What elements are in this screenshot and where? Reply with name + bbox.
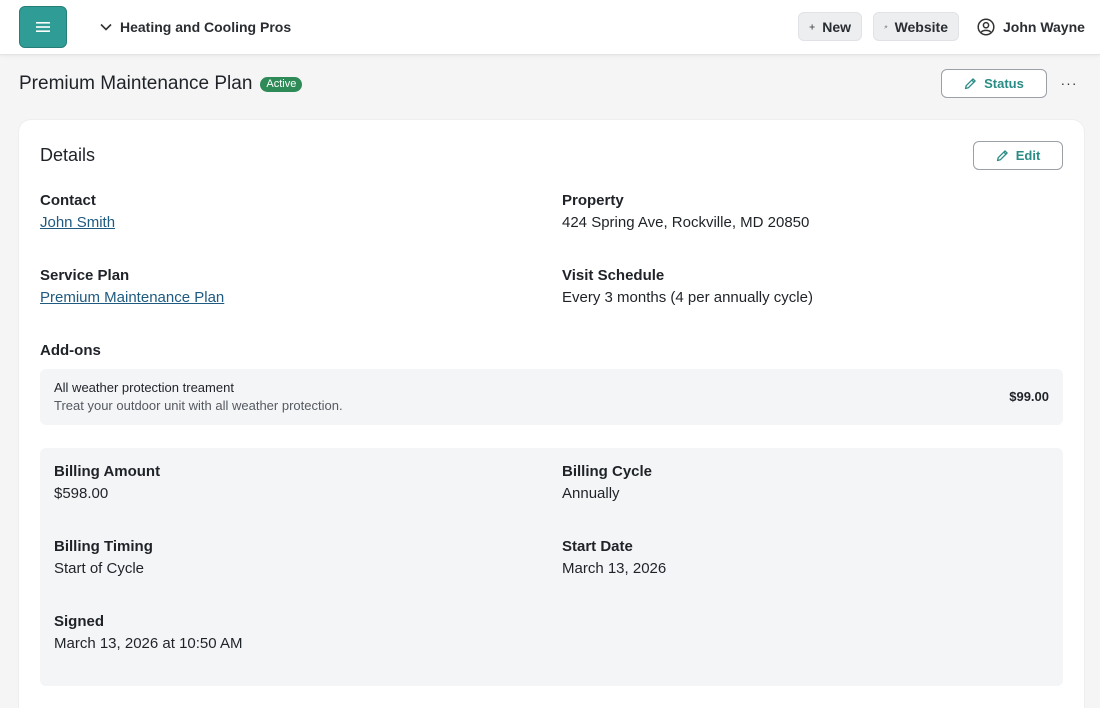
signed-value: March 13, 2026 at 10:50 AM xyxy=(54,635,243,652)
status-badge: Active xyxy=(260,76,303,92)
billing-timing-field: Billing Timing Start of Cycle xyxy=(54,537,153,579)
start-date-value: March 13, 2026 xyxy=(562,560,667,577)
top-bar: Heating and Cooling Pros New Website Joh… xyxy=(0,0,1100,55)
signed-field: Signed March 13, 2026 at 10:50 AM xyxy=(54,612,242,654)
details-card: Details Edit Contact John Smith Property… xyxy=(19,120,1084,708)
billing-timing-value: Start of Cycle xyxy=(54,560,145,577)
contact-field: Contact John Smith xyxy=(40,191,115,233)
visit-schedule-value: Every 3 months (4 per annually cycle) xyxy=(562,289,813,306)
sparkle-icon xyxy=(884,24,888,29)
details-title: Details xyxy=(40,145,96,165)
new-button[interactable]: New xyxy=(798,12,862,41)
hamburger-icon xyxy=(36,22,50,32)
new-button-label: New xyxy=(822,18,851,35)
billing-amount-value: $598.00 xyxy=(54,485,109,502)
service-plan-field: Service Plan Premium Maintenance Plan xyxy=(40,266,224,308)
billing-section: Billing Amount $598.00 Billing Cycle Ann… xyxy=(40,448,1063,686)
company-name: Heating and Cooling Pros xyxy=(120,19,292,35)
edit-button[interactable]: Edit xyxy=(973,141,1063,170)
service-plan-label: Service Plan xyxy=(40,267,130,284)
billing-cycle-field: Billing Cycle Annually xyxy=(562,462,652,504)
billing-cycle-value: Annually xyxy=(562,485,620,502)
addon-price: $99.00 xyxy=(1009,389,1049,404)
plus-icon xyxy=(809,23,815,30)
addon-name: All weather protection treament xyxy=(54,380,234,395)
menu-button[interactable] xyxy=(19,6,67,48)
ellipsis-icon: ··· xyxy=(1060,75,1078,91)
signed-label: Signed xyxy=(54,613,105,630)
website-button[interactable]: Website xyxy=(873,12,959,41)
visit-schedule-label: Visit Schedule xyxy=(562,267,665,284)
pencil-icon xyxy=(996,150,1008,162)
start-date-field: Start Date March 13, 2026 xyxy=(562,537,666,579)
billing-cycle-label: Billing Cycle xyxy=(562,463,653,480)
user-circle-icon xyxy=(977,18,995,36)
company-switcher[interactable]: Heating and Cooling Pros xyxy=(100,16,291,38)
status-button-label: Status xyxy=(984,76,1024,91)
chevron-down-icon xyxy=(100,23,112,31)
user-name: John Wayne xyxy=(1003,19,1085,35)
start-date-label: Start Date xyxy=(562,538,633,555)
page-header: Premium Maintenance Plan Active xyxy=(19,72,303,96)
property-label: Property xyxy=(562,192,624,209)
addon-item: All weather protection treament Treat yo… xyxy=(40,369,1063,425)
page-title: Premium Maintenance Plan xyxy=(19,73,253,94)
addon-description: Treat your outdoor unit with all weather… xyxy=(54,398,343,413)
billing-amount-label: Billing Amount xyxy=(54,463,161,480)
pencil-icon xyxy=(964,78,976,90)
billing-amount-field: Billing Amount $598.00 xyxy=(54,462,160,504)
contact-label: Contact xyxy=(40,192,96,209)
billing-timing-label: Billing Timing xyxy=(54,538,153,555)
visit-schedule-field: Visit Schedule Every 3 months (4 per ann… xyxy=(562,266,813,308)
service-plan-link[interactable]: Premium Maintenance Plan xyxy=(40,288,224,308)
property-field: Property 424 Spring Ave, Rockville, MD 2… xyxy=(562,191,809,233)
website-button-label: Website xyxy=(894,18,948,35)
status-button[interactable]: Status xyxy=(941,69,1047,98)
user-menu[interactable]: John Wayne xyxy=(977,15,1085,39)
addons-label: Add-ons xyxy=(40,342,101,359)
edit-button-label: Edit xyxy=(1015,148,1041,163)
property-value: 424 Spring Ave, Rockville, MD 20850 xyxy=(562,214,810,231)
more-options-button[interactable]: ··· xyxy=(1058,72,1080,94)
contact-link[interactable]: John Smith xyxy=(40,213,115,233)
